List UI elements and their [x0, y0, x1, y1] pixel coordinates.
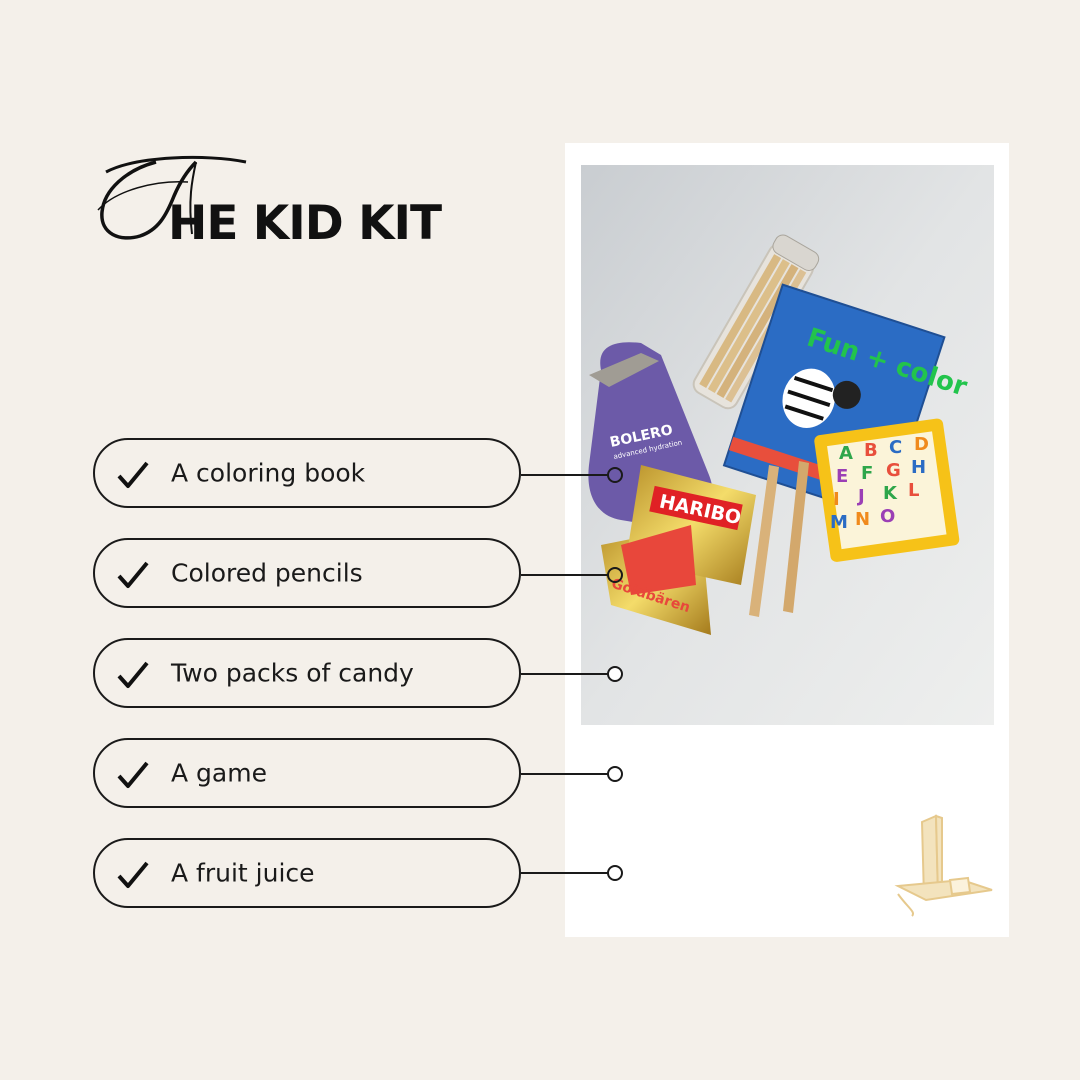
puzzle-letter: B	[864, 440, 878, 461]
checklist-label: A game	[171, 758, 267, 788]
puzzle-letter: K	[883, 483, 898, 504]
checklist-label: Colored pencils	[171, 558, 363, 588]
puzzle-letter: H	[911, 457, 926, 478]
checklist-label: A coloring book	[171, 458, 366, 488]
checklist-item: Colored pencils	[93, 538, 521, 608]
puzzle-letter: D	[914, 434, 929, 455]
brand-logo-icon	[894, 814, 993, 917]
checkmark-icon	[117, 661, 149, 688]
puzzle-letter: O	[880, 506, 895, 527]
checkmark-icon	[117, 861, 149, 888]
puzzle-letter: E	[836, 466, 848, 487]
puzzle-letter: F	[861, 463, 873, 484]
title-text: HE KID KIT	[168, 196, 442, 251]
checklist-item: A game	[93, 738, 521, 808]
puzzle-letter: A	[839, 443, 853, 464]
checkmark-icon	[117, 761, 149, 788]
checklist-label: A fruit juice	[171, 858, 315, 888]
checkmark-icon	[117, 461, 149, 488]
puzzle-letter: L	[908, 480, 919, 501]
puzzle-letter: M	[830, 512, 848, 533]
title: HE KID KIT	[96, 150, 536, 260]
checkmark-icon	[117, 561, 149, 588]
puzzle-letter: I	[833, 489, 840, 510]
checklist-item: A coloring book	[93, 438, 521, 508]
puzzle-letter: C	[889, 437, 902, 458]
puzzle-letter: J	[856, 486, 865, 507]
checklist-item: A fruit juice	[93, 838, 521, 908]
kit-photo: Fun + color A B C DE F G HI J K LM N O BOLERO advan…	[581, 165, 994, 725]
puzzle-letter: G	[886, 460, 901, 481]
checklist-label: Two packs of candy	[171, 658, 414, 688]
checklist-item: Two packs of candy	[93, 638, 521, 708]
puzzle-letter: N	[855, 509, 870, 530]
